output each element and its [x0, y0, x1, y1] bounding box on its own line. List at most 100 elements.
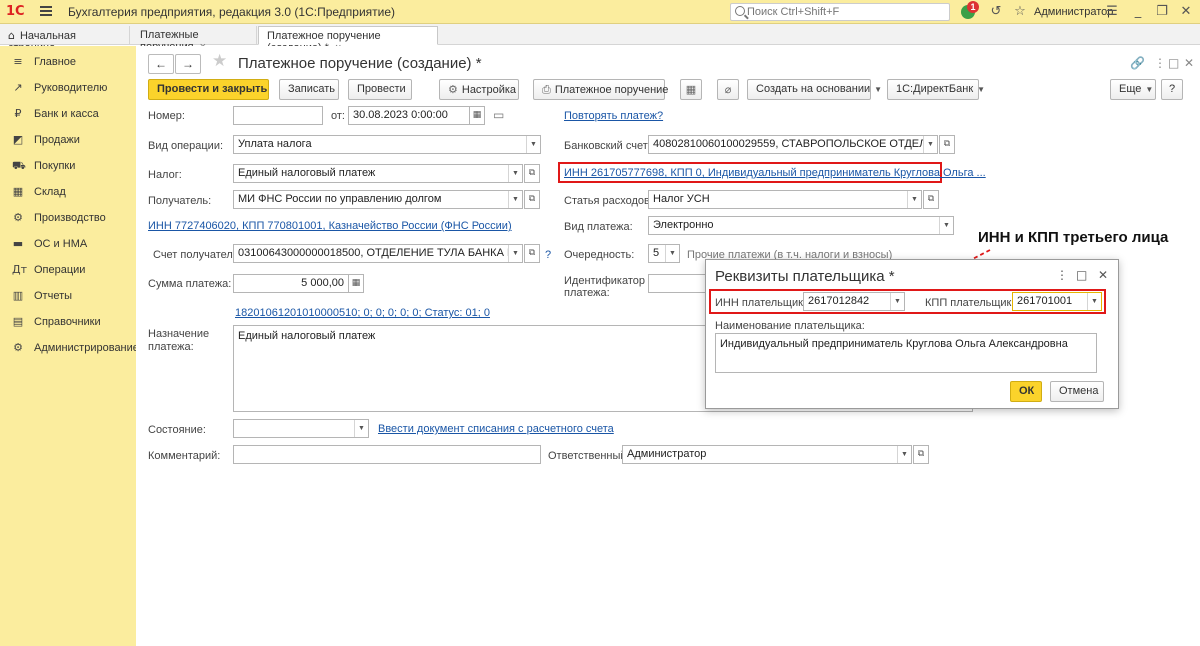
dropdown-arrow-icon[interactable]: ▼ [508, 191, 522, 208]
post-and-close-button[interactable]: Провести и закрыть [148, 79, 269, 100]
sidebar-item[interactable]: ◩ Продажи [0, 127, 136, 153]
bank-account-field[interactable]: 40802810060100029559, СТАВРОПОЛЬСКОЕ ОТД… [648, 135, 938, 154]
dropdown-arrow-icon[interactable]: ▼ [890, 293, 904, 310]
app-title: Бухгалтерия предприятия, редакция 3.0 (1… [68, 5, 396, 19]
sidebar-item[interactable]: ₽ Банк и касса [0, 101, 136, 127]
tax-field[interactable]: Единый налоговый платеж ▼ [233, 164, 523, 183]
back-button[interactable]: ← [148, 54, 174, 74]
calculator-icon[interactable]: ▦ [348, 274, 364, 293]
payer-kpp-value: 261701001 [1017, 295, 1073, 307]
recipient-account-value: 03100643000000018500, ОТДЕЛЕНИЕ ТУЛА БАН… [238, 247, 523, 259]
tab-home[interactable]: ⌂Начальная страница [0, 26, 130, 54]
calendar-icon[interactable]: ▦ [469, 106, 485, 125]
more-actions-icon[interactable]: ⋮ [1154, 56, 1166, 70]
settings-button[interactable]: ⚙ Настройка [439, 79, 519, 100]
dropdown-arrow-icon[interactable]: ▼ [526, 136, 540, 153]
restore-icon[interactable]: ❐ [1154, 4, 1170, 20]
open-icon[interactable]: ⧉ [913, 445, 929, 464]
favorites-icon[interactable]: ☆ [1012, 4, 1028, 20]
dropdown-arrow-icon[interactable]: ▼ [939, 217, 953, 234]
current-user[interactable]: Администратор [1034, 6, 1113, 18]
repeat-payment-link[interactable]: Повторять платеж? [564, 110, 663, 122]
sidebar-item[interactable]: ⛟ Покупки [0, 153, 136, 179]
dropdown-arrow-icon[interactable]: ▼ [907, 191, 921, 208]
payment-type-select[interactable]: Электронно ▼ [648, 216, 954, 235]
help-button[interactable]: ? [1161, 79, 1183, 100]
enter-writeoff-link[interactable]: Ввести документ списания с расчетного сч… [378, 423, 614, 435]
sidebar-item[interactable]: ▦ Склад [0, 179, 136, 205]
main-menu-icon[interactable] [40, 6, 52, 16]
comment-field[interactable] [233, 445, 541, 464]
sidebar-item[interactable]: Дт Операции [0, 257, 136, 283]
global-search[interactable] [730, 3, 950, 21]
save-button[interactable]: Записать [279, 79, 339, 100]
sidebar-item-label: Отчеты [34, 290, 73, 302]
dropdown-arrow-icon[interactable]: ▼ [1087, 293, 1101, 310]
cancel-button[interactable]: Отмена [1050, 381, 1104, 402]
help-icon[interactable]: ? [545, 249, 551, 261]
payer-inn-field[interactable]: 2617012842 ▼ [803, 292, 905, 311]
dropdown-arrow-icon[interactable]: ▼ [508, 245, 522, 262]
open-icon[interactable]: ⧉ [939, 135, 955, 154]
dropdown-arrow-icon[interactable]: ▼ [665, 245, 679, 262]
sidebar-item[interactable]: ▥ Отчеты [0, 283, 136, 309]
maximize-icon[interactable]: □ [1076, 268, 1087, 282]
sidebar-item[interactable]: ⚙ Администрирование [0, 335, 139, 361]
number-field[interactable] [233, 106, 323, 125]
priority-select[interactable]: 5 ▼ [648, 244, 680, 263]
date-label: от: [331, 110, 345, 122]
kbk-link[interactable]: 18201061201010000510; 0; 0; 0; 0; 0; Ста… [235, 307, 490, 319]
sidebar-item[interactable]: ⚙ Производство [0, 205, 136, 231]
post-button[interactable]: Провести [348, 79, 412, 100]
structure-button[interactable]: ▦ [680, 79, 702, 100]
history-icon[interactable]: ↺ [988, 4, 1004, 20]
more-button[interactable]: Еще ▼ [1110, 79, 1156, 100]
open-icon[interactable]: ⧉ [524, 244, 540, 263]
open-icon[interactable]: ⧉ [923, 190, 939, 209]
operation-select[interactable]: Уплата налога ▼ [233, 135, 541, 154]
forward-button[interactable]: → [175, 54, 201, 74]
date-field[interactable]: 30.08.2023 0:00:00 [348, 106, 470, 125]
more-actions-icon[interactable]: ⋮ [1056, 268, 1068, 282]
print-payment-order-button[interactable]: ⎙ Платежное поручение [533, 79, 668, 100]
dropdown-arrow-icon[interactable]: ▼ [897, 446, 911, 463]
payer-kpp-label: КПП плательщика: [925, 297, 1021, 309]
recipient-inn-link[interactable]: ИНН 7727406020, КПП 770801001, Казначейс… [148, 220, 512, 232]
payment-id-field[interactable] [648, 274, 708, 293]
minimize-icon[interactable]: _ [1130, 4, 1146, 20]
payer-kpp-field[interactable]: 261701001 ▼ [1012, 292, 1102, 311]
settings-menu-icon[interactable]: ☰ [1104, 4, 1120, 20]
close-icon[interactable]: ✕ [1098, 268, 1108, 282]
expense-item-field[interactable]: Налог УСН ▼ [648, 190, 922, 209]
comment-label: Комментарий: [148, 450, 221, 462]
directbank-button[interactable]: 1С:ДиректБанк ▼ [887, 79, 985, 100]
search-input[interactable] [747, 5, 947, 19]
open-icon[interactable]: ⧉ [524, 190, 540, 209]
payer-name-textarea[interactable]: Индивидуальный предприниматель Круглова … [715, 333, 1097, 373]
document-icon[interactable]: ▭ [493, 108, 504, 122]
link-icon[interactable]: 🔗 [1130, 56, 1145, 70]
create-based-on-button[interactable]: Создать на основании ▼ [747, 79, 882, 100]
sidebar-item[interactable]: ▤ Справочники [0, 309, 136, 335]
attachments-button[interactable]: ⌀ [717, 79, 739, 100]
dropdown-arrow-icon[interactable]: ▼ [508, 165, 522, 182]
sidebar-item[interactable]: ▬ ОС и НМА [0, 231, 136, 257]
dropdown-arrow-icon[interactable]: ▼ [923, 136, 937, 153]
ok-button[interactable]: ОК [1010, 381, 1042, 402]
tab-payment-orders[interactable]: Платежные поручения× [132, 26, 257, 53]
sidebar-item[interactable]: ↗ Руководителю [0, 75, 136, 101]
sidebar-item[interactable]: ≡ Главное [0, 49, 136, 75]
favorite-star-icon[interactable]: ★ [212, 51, 227, 71]
state-select[interactable]: ▼ [233, 419, 369, 438]
recipient-field[interactable]: МИ ФНС России по управлению долгом ▼ [233, 190, 523, 209]
close-icon[interactable]: ✕ [1178, 4, 1194, 20]
responsible-field[interactable]: Администратор ▼ [622, 445, 912, 464]
dropdown-arrow-icon[interactable]: ▼ [354, 420, 368, 437]
payer-inn-link[interactable]: ИНН 261705777698, КПП 0, Индивидуальный … [564, 167, 986, 179]
amount-field[interactable]: 5 000,00 [233, 274, 349, 293]
tab-payment-order-new[interactable]: Платежное поручение (создание) *× [258, 26, 438, 54]
maximize-icon[interactable]: □ [1168, 56, 1179, 70]
open-icon[interactable]: ⧉ [524, 164, 540, 183]
close-form-icon[interactable]: ✕ [1184, 56, 1194, 70]
recipient-account-field[interactable]: 03100643000000018500, ОТДЕЛЕНИЕ ТУЛА БАН… [233, 244, 523, 263]
